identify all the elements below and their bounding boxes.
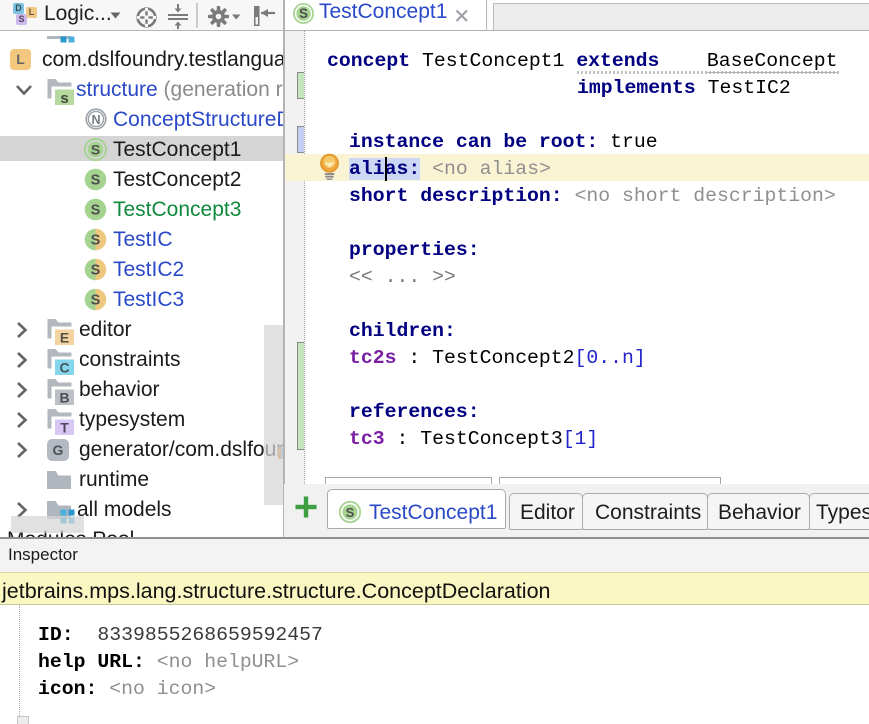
svg-text:E: E <box>60 330 69 346</box>
svg-text:C: C <box>59 360 69 376</box>
svg-text:S: S <box>91 293 101 309</box>
svg-text:B: B <box>59 390 69 406</box>
svg-text:S: S <box>91 203 101 219</box>
svg-text:S: S <box>299 6 308 21</box>
svg-text:S: S <box>91 142 100 158</box>
svg-text:s: s <box>60 90 68 106</box>
svg-text:S: S <box>346 504 355 519</box>
svg-text:N: N <box>91 113 100 127</box>
svg-text:T: T <box>60 420 69 436</box>
svg-text:S: S <box>91 233 101 249</box>
svg-text:S: S <box>91 263 101 279</box>
svg-text:S: S <box>91 173 101 189</box>
